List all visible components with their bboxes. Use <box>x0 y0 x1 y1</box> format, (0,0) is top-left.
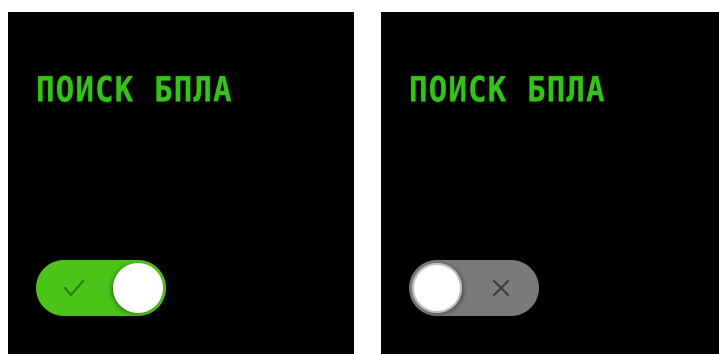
x-icon <box>492 279 510 297</box>
uav-search-panel-enabled: ПОИСК БПЛА <box>8 12 354 354</box>
panel-title: ПОИСК БПЛА <box>409 70 606 111</box>
uav-search-toggle-off[interactable] <box>409 260 539 316</box>
toggle-knob[interactable] <box>113 263 163 313</box>
uav-search-toggle-on[interactable] <box>36 260 166 316</box>
check-icon <box>63 279 85 297</box>
uav-search-panel-disabled: ПОИСК БПЛА <box>381 12 719 354</box>
panel-title: ПОИСК БПЛА <box>36 70 233 111</box>
toggle-knob[interactable] <box>412 263 462 313</box>
